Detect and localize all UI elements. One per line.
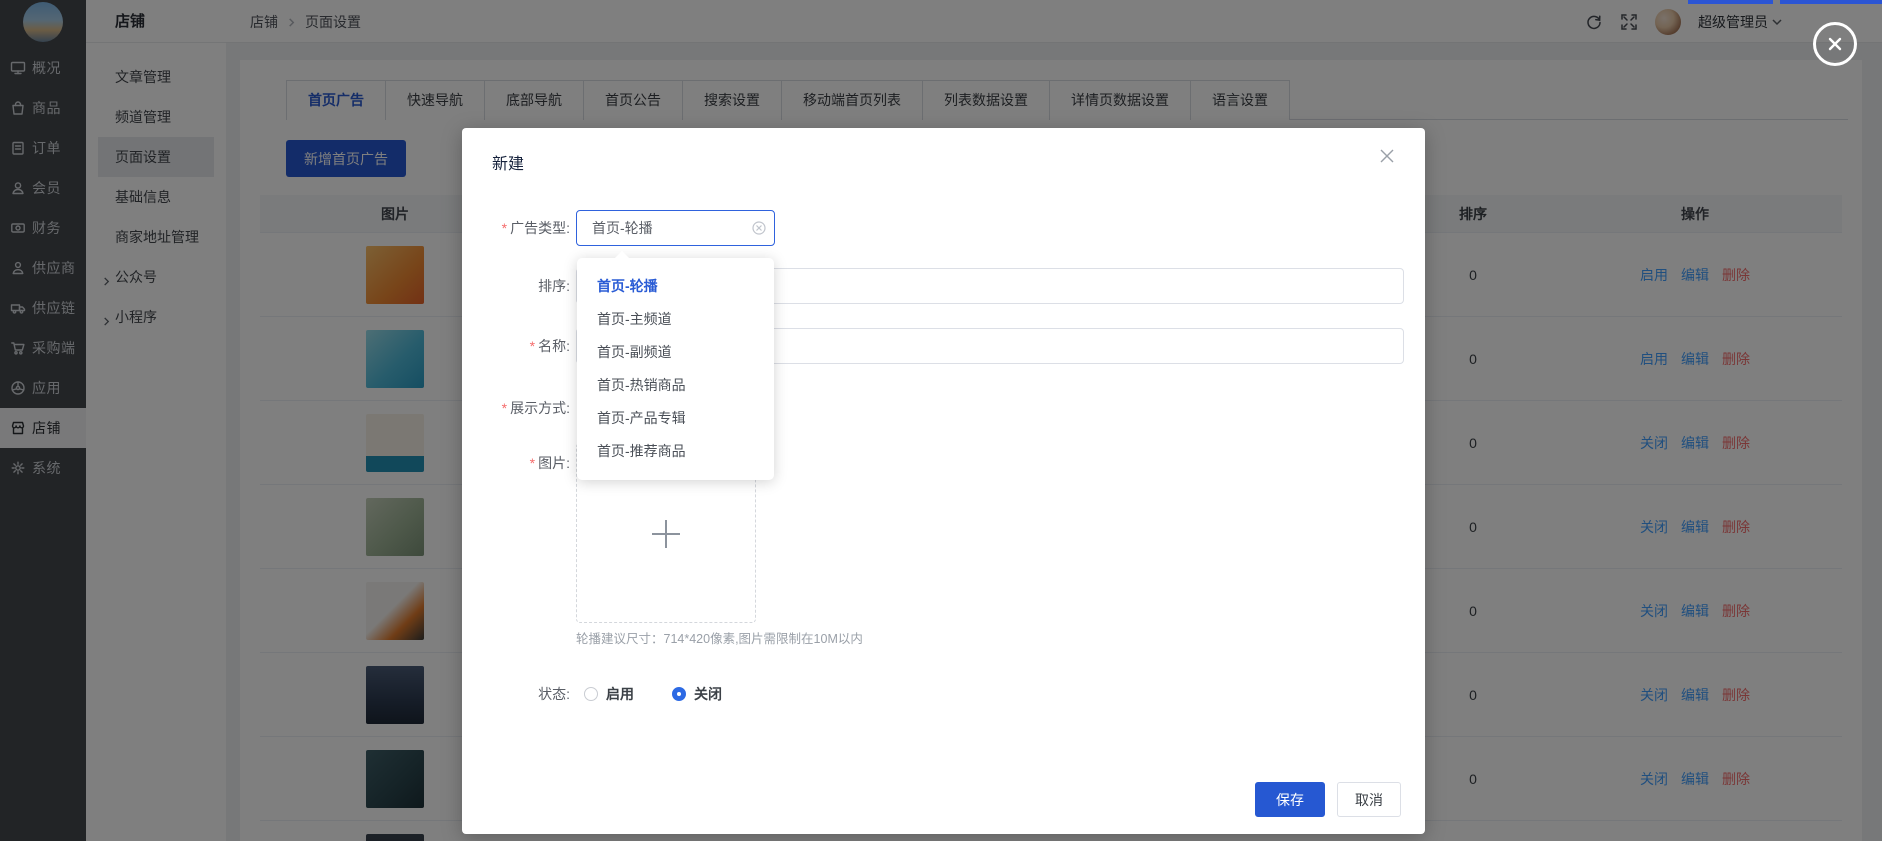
image-label: *图片: bbox=[462, 445, 570, 481]
radio-circle bbox=[584, 687, 598, 701]
save-button[interactable]: 保存 bbox=[1255, 782, 1325, 817]
close-icon[interactable] bbox=[1379, 148, 1399, 168]
dropdown-option-首页-推荐商品[interactable]: 首页-推荐商品 bbox=[577, 435, 774, 468]
top-progress-bar-left bbox=[1688, 0, 1773, 4]
status-radio-disable[interactable]: 关闭 bbox=[672, 684, 722, 704]
status-field: 状态: 启用 关闭 bbox=[462, 684, 722, 704]
ad-type-label: *广告类型: bbox=[462, 210, 570, 246]
dropdown-option-首页-产品专辑[interactable]: 首页-产品专辑 bbox=[577, 402, 774, 435]
dropdown-option-首页-热销商品[interactable]: 首页-热销商品 bbox=[577, 369, 774, 402]
status-radio-enable[interactable]: 启用 bbox=[584, 684, 634, 704]
radio-circle-checked bbox=[672, 687, 686, 701]
dropdown-option-首页-主频道[interactable]: 首页-主频道 bbox=[577, 303, 774, 336]
clear-icon[interactable] bbox=[752, 221, 766, 235]
new-ad-modal: 新建 *广告类型: 首页-轮播 排序: *名称: *展示方式: *图片: 轮播建… bbox=[462, 128, 1425, 834]
sort-label: 排序: bbox=[462, 268, 570, 304]
ad-type-select[interactable]: 首页-轮播 bbox=[576, 210, 775, 246]
ad-type-dropdown: 首页-轮播 首页-主频道 首页-副频道 首页-热销商品 首页-产品专辑 首页-推… bbox=[577, 258, 774, 480]
top-progress-bar-right bbox=[1780, 0, 1882, 4]
display-mode-label: *展示方式: bbox=[462, 390, 570, 426]
cancel-button[interactable]: 取消 bbox=[1337, 782, 1401, 817]
page: 概况 商品 订单 会员 财务 供应商 供应链 采购端 应用 店铺 系统 bbox=[0, 0, 1882, 841]
dropdown-option-首页-轮播[interactable]: 首页-轮播 bbox=[577, 270, 774, 303]
image-size-hint: 轮播建议尺寸：714*420像素,图片需限制在10M以内 bbox=[576, 628, 863, 647]
status-label: 状态: bbox=[462, 684, 570, 704]
name-label: *名称: bbox=[462, 328, 570, 364]
dropdown-option-首页-副频道[interactable]: 首页-副频道 bbox=[577, 336, 774, 369]
lightbox-close-icon[interactable] bbox=[1813, 22, 1857, 66]
plus-icon bbox=[652, 520, 680, 548]
ad-type-value: 首页-轮播 bbox=[592, 218, 653, 238]
modal-title: 新建 bbox=[492, 150, 524, 174]
